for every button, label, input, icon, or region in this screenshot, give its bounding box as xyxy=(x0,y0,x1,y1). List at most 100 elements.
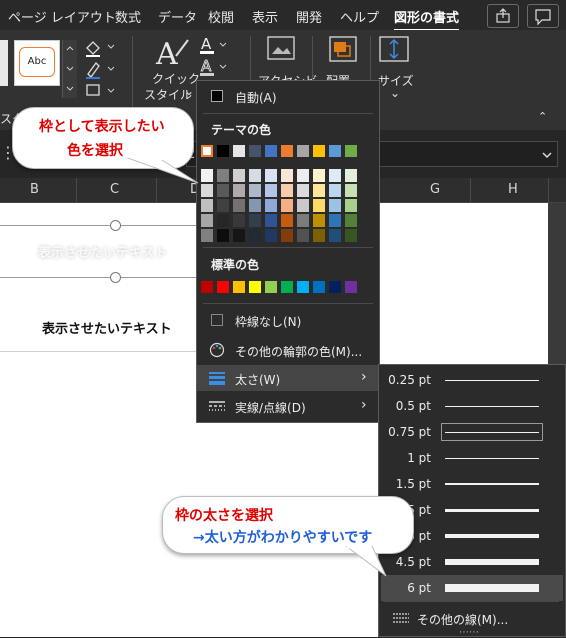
theme-shade-swatch[interactable] xyxy=(345,184,357,197)
resize-handle-top[interactable] xyxy=(110,220,121,231)
theme-shade-swatch[interactable] xyxy=(281,214,293,227)
effects-button[interactable] xyxy=(82,80,122,102)
theme-shade-swatch[interactable] xyxy=(265,169,277,182)
ribbon-collapse-icon[interactable]: ⌃ xyxy=(538,110,547,123)
weight-option[interactable]: 6 pt xyxy=(381,575,563,601)
standard-color-swatch[interactable] xyxy=(217,281,229,293)
weight-option[interactable]: 4.5 pt xyxy=(381,549,563,575)
theme-shade-swatch[interactable] xyxy=(249,169,261,182)
share-button[interactable] xyxy=(487,4,519,28)
theme-shade-swatch[interactable] xyxy=(201,229,213,242)
column-g[interactable]: G xyxy=(430,182,440,197)
theme-shade-swatch[interactable] xyxy=(345,214,357,227)
auto-color-item[interactable]: 自動(A) xyxy=(197,83,379,109)
theme-shade-swatch[interactable] xyxy=(249,214,261,227)
outline-button[interactable] xyxy=(82,58,122,80)
theme-shade-swatch[interactable] xyxy=(201,214,213,227)
weight-item[interactable]: 太さ(W) › xyxy=(197,365,379,391)
theme-color-swatch[interactable] xyxy=(297,145,309,157)
theme-shade-swatch[interactable] xyxy=(297,199,309,212)
column-b[interactable]: B xyxy=(30,182,39,197)
theme-shade-swatch[interactable] xyxy=(233,214,245,227)
standard-color-swatch[interactable] xyxy=(233,281,245,293)
theme-color-swatch[interactable] xyxy=(345,145,357,157)
theme-shade-swatch[interactable] xyxy=(281,229,293,242)
style-preview-abc[interactable]: Abc xyxy=(14,40,60,86)
comment-button[interactable] xyxy=(527,4,559,28)
tab-page-layout[interactable]: ページ レイアウト xyxy=(8,7,116,26)
theme-shade-swatch[interactable] xyxy=(297,169,309,182)
theme-shade-swatch[interactable] xyxy=(217,199,229,212)
theme-shade-swatch[interactable] xyxy=(233,199,245,212)
fill-button[interactable] xyxy=(82,36,122,58)
theme-shade-swatch[interactable] xyxy=(281,169,293,182)
theme-color-swatch[interactable] xyxy=(265,145,277,157)
theme-color-swatch[interactable] xyxy=(313,145,325,157)
no-outline-item[interactable]: 枠線なし(N) xyxy=(197,307,379,333)
standard-color-swatch[interactable] xyxy=(297,281,309,293)
theme-shade-swatch[interactable] xyxy=(329,199,341,212)
theme-shade-swatch[interactable] xyxy=(313,169,325,182)
theme-shade-swatch[interactable] xyxy=(281,184,293,197)
standard-color-swatch[interactable] xyxy=(201,281,213,293)
theme-shade-swatch[interactable] xyxy=(233,169,245,182)
tab-shape-format[interactable]: 図形の書式 xyxy=(394,7,460,31)
tab-view[interactable]: 表示 xyxy=(252,7,278,26)
tab-review[interactable]: 校閲 xyxy=(208,7,234,26)
theme-color-swatch[interactable] xyxy=(233,145,245,157)
size-button[interactable]: サイズ ⌄ xyxy=(374,34,418,106)
quick-style-button[interactable]: A クイック スタイル ⌄ xyxy=(140,34,200,106)
theme-shade-swatch[interactable] xyxy=(329,184,341,197)
weight-option[interactable]: 0.75 pt xyxy=(381,419,563,445)
standard-color-swatch[interactable] xyxy=(345,281,357,293)
weight-option[interactable]: 0.25 pt xyxy=(381,367,563,393)
theme-shade-swatch[interactable] xyxy=(345,199,357,212)
theme-shade-swatch[interactable] xyxy=(249,184,261,197)
theme-shade-swatch[interactable] xyxy=(345,229,357,242)
style-preview-left[interactable] xyxy=(0,40,8,86)
weight-option[interactable]: 1 pt xyxy=(381,445,563,471)
theme-shade-swatch[interactable] xyxy=(249,229,261,242)
theme-shade-swatch[interactable] xyxy=(233,229,245,242)
standard-color-swatch[interactable] xyxy=(329,281,341,293)
theme-color-swatch[interactable] xyxy=(249,145,261,157)
theme-shade-swatch[interactable] xyxy=(313,199,325,212)
tab-data[interactable]: データ xyxy=(158,7,197,26)
theme-color-swatch[interactable] xyxy=(329,145,341,157)
theme-shade-swatch[interactable] xyxy=(265,184,277,197)
more-outline-colors-item[interactable]: その他の輪郭の色(M)... xyxy=(197,337,379,363)
theme-shade-swatch[interactable] xyxy=(297,214,309,227)
theme-shade-swatch[interactable] xyxy=(297,184,309,197)
tab-help[interactable]: ヘルプ xyxy=(340,7,379,26)
standard-color-swatch[interactable] xyxy=(249,281,261,293)
tab-developer[interactable]: 開発 xyxy=(296,7,322,26)
resize-handle-bottom[interactable] xyxy=(110,272,121,283)
theme-shade-swatch[interactable] xyxy=(297,229,309,242)
theme-shade-swatch[interactable] xyxy=(345,169,357,182)
weight-option[interactable]: 1.5 pt xyxy=(381,471,563,497)
text-outline-button[interactable]: A xyxy=(198,56,232,78)
tab-formulas[interactable]: 数式 xyxy=(115,7,141,26)
style-gallery-scroll[interactable] xyxy=(62,40,77,98)
column-h[interactable]: H xyxy=(508,182,518,197)
theme-shade-swatch[interactable] xyxy=(313,214,325,227)
column-c[interactable]: C xyxy=(110,182,119,197)
theme-shade-swatch[interactable] xyxy=(265,199,277,212)
theme-shade-swatch[interactable] xyxy=(329,169,341,182)
theme-shade-swatch[interactable] xyxy=(249,199,261,212)
theme-shade-swatch[interactable] xyxy=(201,199,213,212)
theme-shade-swatch[interactable] xyxy=(217,214,229,227)
theme-shade-swatch[interactable] xyxy=(217,229,229,242)
theme-shade-swatch[interactable] xyxy=(281,199,293,212)
theme-shade-swatch[interactable] xyxy=(265,229,277,242)
standard-color-swatch[interactable] xyxy=(281,281,293,293)
text-fill-button[interactable]: A xyxy=(198,34,232,56)
theme-shade-swatch[interactable] xyxy=(313,229,325,242)
theme-shade-swatch[interactable] xyxy=(329,229,341,242)
standard-color-swatch[interactable] xyxy=(313,281,325,293)
weight-option[interactable]: 0.5 pt xyxy=(381,393,563,419)
theme-color-swatch[interactable] xyxy=(281,145,293,157)
standard-color-swatch[interactable] xyxy=(265,281,277,293)
theme-shade-swatch[interactable] xyxy=(329,214,341,227)
dashes-item[interactable]: 実線/点線(D) › xyxy=(197,393,379,419)
